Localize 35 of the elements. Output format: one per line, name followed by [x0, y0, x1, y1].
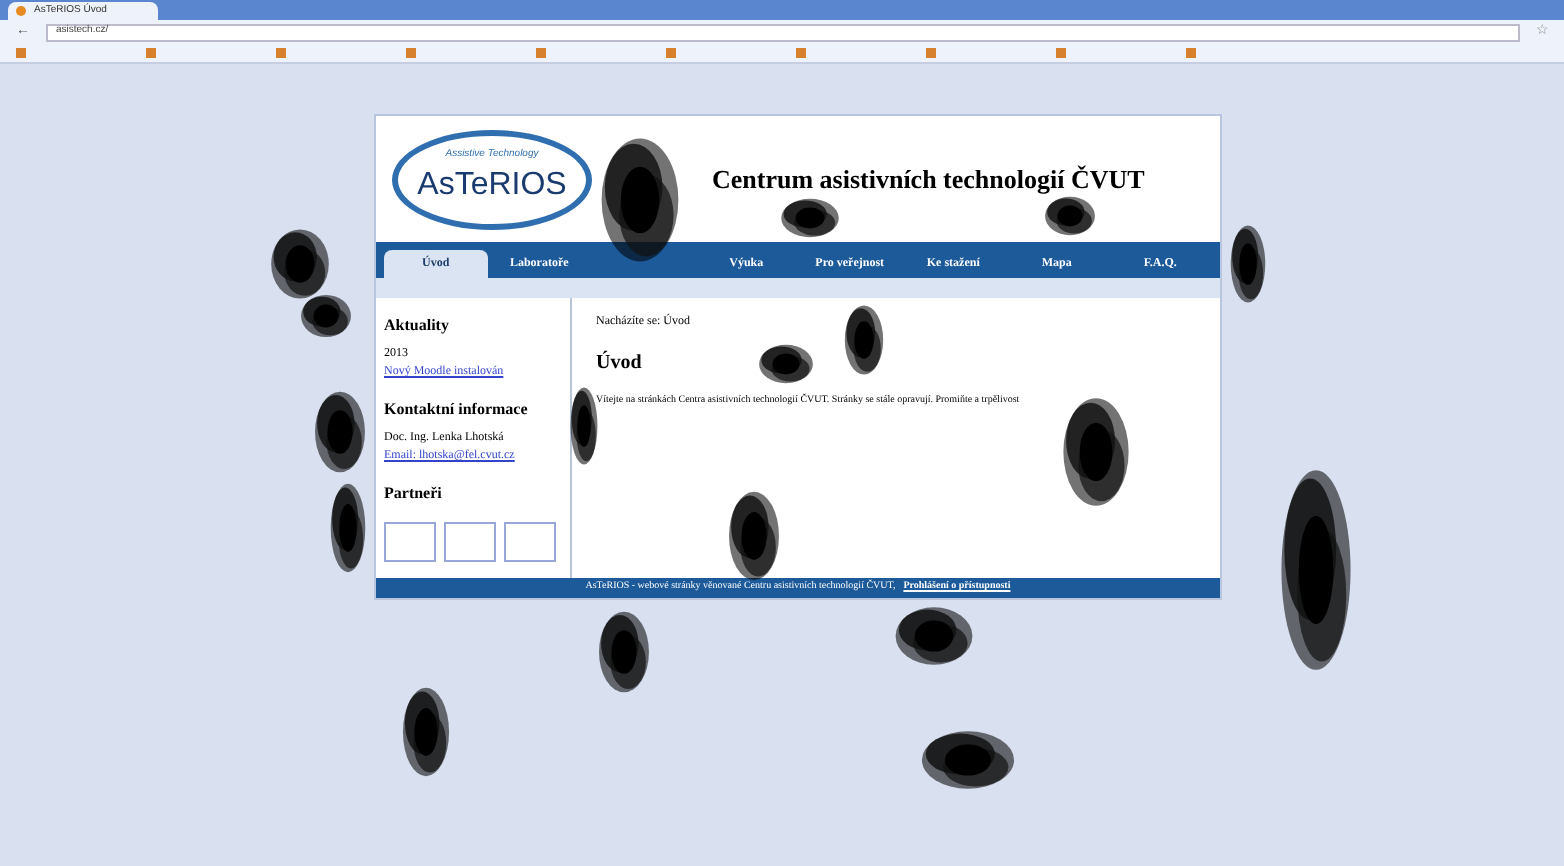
heatmap-blob — [780, 198, 840, 238]
bookmark-icon[interactable] — [926, 48, 936, 58]
heatmap-blob — [598, 610, 650, 694]
partner-logo[interactable] — [384, 522, 436, 562]
heatmap-blob — [570, 386, 598, 466]
partner-logo[interactable] — [444, 522, 496, 562]
header-title: Centrum asistivních technologií ČVUT — [712, 161, 1145, 198]
favicon-icon — [16, 6, 26, 16]
bookmark-icon[interactable] — [16, 48, 26, 58]
heatmap-blob — [758, 344, 814, 384]
heatmap-blob — [920, 730, 1016, 790]
logo-text: AsTeRIOS — [417, 166, 567, 207]
heatmap-blob — [1062, 396, 1130, 508]
heatmap-blob — [402, 686, 450, 778]
partner-logo[interactable] — [504, 522, 556, 562]
bookmark-icon[interactable] — [796, 48, 806, 58]
heatmap-blob — [1044, 196, 1096, 236]
sidebar-heading: Kontaktní informace — [384, 398, 530, 422]
bookmark-icon[interactable] — [406, 48, 416, 58]
bookmark-icon[interactable] — [1186, 48, 1196, 58]
heatmap-blob — [314, 390, 366, 474]
heatmap-blob — [330, 482, 366, 574]
heatmap-blob — [844, 304, 884, 376]
bookmark-icon[interactable] — [536, 48, 546, 58]
page-heading: Úvod — [596, 348, 642, 378]
sidebar-heading: Partneři — [384, 482, 444, 506]
bookmark-icon[interactable] — [666, 48, 676, 58]
sidebar-heading: Aktuality — [384, 314, 451, 338]
heatmap-blob — [1230, 224, 1266, 304]
heatmap-blob — [894, 606, 974, 666]
bookmark-icon[interactable] — [1056, 48, 1066, 58]
bookmark-icon[interactable] — [276, 48, 286, 58]
bookmark-icon[interactable] — [146, 48, 156, 58]
heatmap-blob — [728, 490, 780, 582]
heatmap-blob — [600, 136, 680, 264]
